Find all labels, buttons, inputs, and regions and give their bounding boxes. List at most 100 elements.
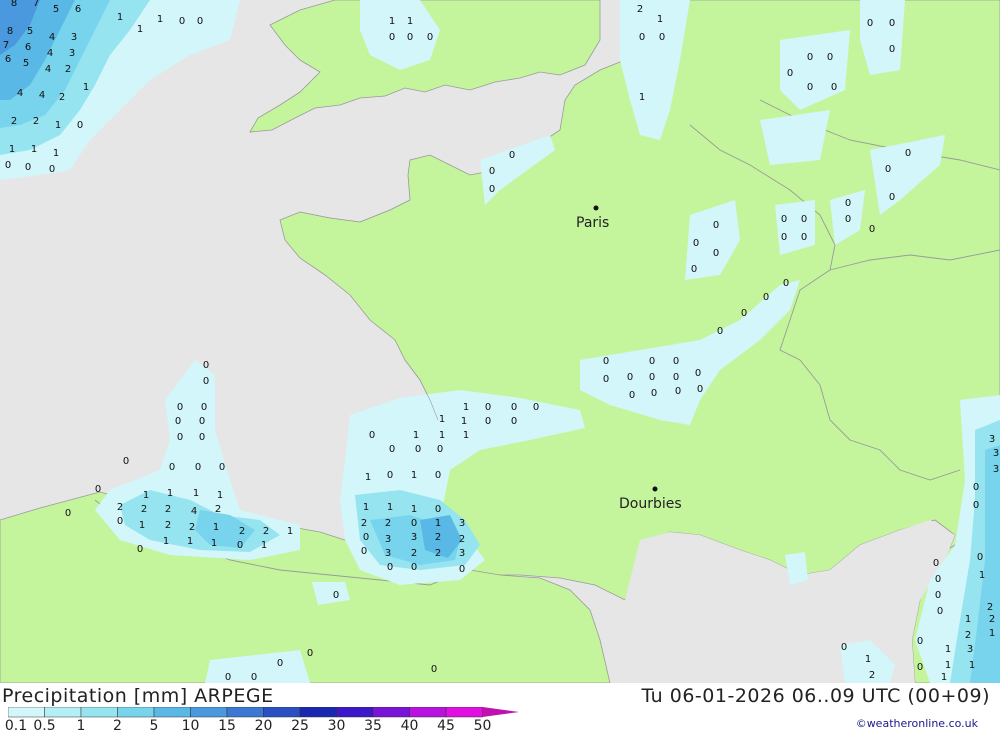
svg-text:0: 0: [511, 402, 517, 413]
svg-text:6: 6: [5, 54, 11, 65]
svg-text:0: 0: [65, 508, 71, 519]
legend-tick-label: 25: [291, 718, 309, 734]
credit-link[interactable]: ©weatheronline.co.uk: [856, 717, 978, 730]
legend-swatch: [117, 707, 155, 718]
svg-text:0: 0: [845, 198, 851, 209]
svg-text:0: 0: [917, 636, 923, 647]
svg-text:1: 1: [117, 12, 123, 23]
legend-swatch: [445, 707, 483, 718]
svg-text:0: 0: [629, 390, 635, 401]
svg-text:3: 3: [989, 434, 995, 445]
svg-text:0: 0: [937, 606, 943, 617]
svg-text:0: 0: [199, 432, 205, 443]
svg-text:3: 3: [967, 644, 973, 655]
svg-text:3: 3: [69, 48, 75, 59]
svg-text:1: 1: [139, 520, 145, 531]
svg-text:5: 5: [27, 26, 33, 37]
svg-text:0: 0: [649, 356, 655, 367]
svg-text:0: 0: [387, 562, 393, 573]
svg-text:0: 0: [431, 664, 437, 675]
svg-text:1: 1: [639, 92, 645, 103]
svg-text:2: 2: [117, 502, 123, 513]
svg-text:2: 2: [385, 518, 391, 529]
svg-text:0: 0: [199, 416, 205, 427]
svg-text:1: 1: [989, 628, 995, 639]
svg-text:3: 3: [385, 548, 391, 559]
svg-text:0: 0: [675, 386, 681, 397]
svg-text:1: 1: [363, 502, 369, 513]
svg-text:1: 1: [55, 120, 61, 131]
svg-text:0: 0: [649, 372, 655, 383]
svg-text:6: 6: [25, 42, 31, 53]
svg-text:0: 0: [389, 444, 395, 455]
svg-text:0: 0: [741, 308, 747, 319]
svg-text:0: 0: [693, 238, 699, 249]
svg-text:0: 0: [807, 82, 813, 93]
legend-swatch: [299, 707, 337, 718]
svg-text:4: 4: [45, 64, 51, 75]
run-info: Tu 06-01-2026 06..09 UTC (00+09): [641, 685, 990, 707]
svg-text:1: 1: [213, 522, 219, 533]
svg-text:2: 2: [141, 504, 147, 515]
svg-text:8: 8: [11, 0, 17, 9]
legend-tick-label: 0.1: [4, 718, 28, 734]
svg-text:0: 0: [973, 500, 979, 511]
svg-text:2: 2: [637, 4, 643, 15]
legend-swatch: [153, 707, 191, 718]
svg-text:0: 0: [415, 444, 421, 455]
svg-text:0: 0: [219, 462, 225, 473]
legend-swatch: [263, 707, 301, 718]
legend-tick-label: 5: [149, 718, 159, 734]
svg-text:1: 1: [411, 504, 417, 515]
svg-text:0: 0: [867, 18, 873, 29]
svg-text:5: 5: [53, 4, 59, 15]
svg-text:2: 2: [965, 630, 971, 641]
svg-text:2: 2: [33, 116, 39, 127]
svg-text:0: 0: [639, 32, 645, 43]
svg-text:2: 2: [215, 504, 221, 515]
svg-text:0: 0: [361, 546, 367, 557]
svg-text:0: 0: [137, 544, 143, 555]
svg-text:2: 2: [361, 518, 367, 529]
legend-swatch: [409, 707, 447, 718]
svg-text:1: 1: [83, 82, 89, 93]
svg-text:2: 2: [411, 548, 417, 559]
svg-text:4: 4: [191, 506, 197, 517]
svg-text:0: 0: [933, 558, 939, 569]
legend-swatch: [482, 707, 519, 717]
legend-tick-label: 20: [254, 718, 273, 734]
svg-text:0: 0: [369, 430, 375, 441]
svg-text:0: 0: [889, 192, 895, 203]
svg-text:0: 0: [177, 432, 183, 443]
svg-text:1: 1: [157, 14, 163, 25]
svg-text:0: 0: [411, 518, 417, 529]
svg-text:0: 0: [783, 278, 789, 289]
precipitation-map[interactable]: 8 7 5 6 8 5 4 3 7 6 4 3 6 5 4 2 4 4 2 1 2 2 1 0 1 1 1 0 0 0 1 1…: [0, 0, 1000, 684]
svg-text:3: 3: [459, 548, 465, 559]
svg-text:0: 0: [673, 356, 679, 367]
svg-text:0: 0: [673, 372, 679, 383]
svg-text:3: 3: [411, 532, 417, 543]
svg-text:2: 2: [165, 520, 171, 531]
svg-text:1: 1: [463, 402, 469, 413]
svg-text:3: 3: [385, 534, 391, 545]
svg-text:0: 0: [787, 68, 793, 79]
svg-text:0: 0: [387, 470, 393, 481]
svg-text:1: 1: [979, 570, 985, 581]
svg-text:0: 0: [781, 214, 787, 225]
svg-text:0: 0: [973, 482, 979, 493]
svg-text:0: 0: [237, 540, 243, 551]
svg-text:2: 2: [165, 504, 171, 515]
svg-text:Paris: Paris: [576, 215, 609, 231]
svg-text:1: 1: [193, 488, 199, 499]
legend-tick-label: 15: [218, 718, 236, 734]
svg-text:0: 0: [489, 166, 495, 177]
legend-swatch: [80, 707, 118, 718]
svg-text:0: 0: [5, 160, 11, 171]
svg-text:0: 0: [763, 292, 769, 303]
legend-swatch: [372, 707, 410, 718]
svg-text:2: 2: [11, 116, 17, 127]
svg-text:1: 1: [969, 660, 975, 671]
svg-text:0: 0: [195, 462, 201, 473]
svg-text:0: 0: [95, 484, 101, 495]
